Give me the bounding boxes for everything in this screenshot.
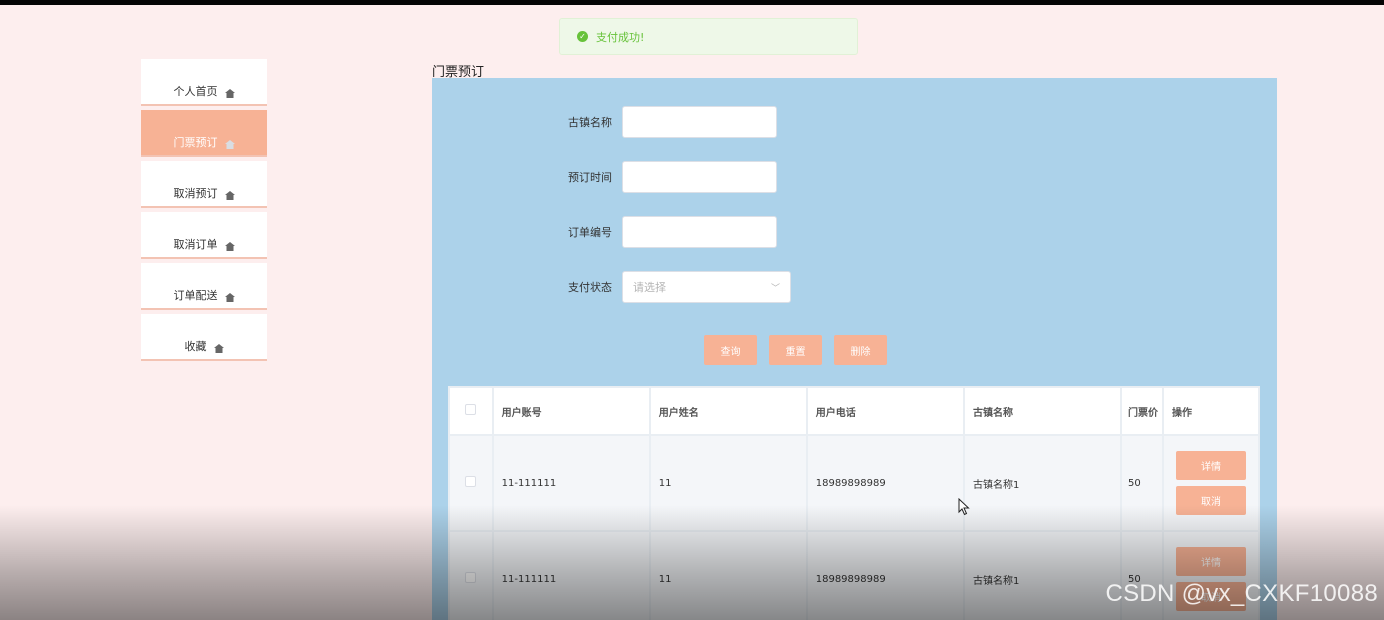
booking-time-row: 预订时间 bbox=[432, 161, 777, 193]
row-checkbox-cell bbox=[448, 434, 494, 532]
house-icon bbox=[224, 89, 235, 98]
sidebar-item-order-delivery[interactable]: 订单配送 bbox=[141, 263, 267, 310]
column-header: 古镇名称 bbox=[962, 386, 1123, 436]
house-icon bbox=[224, 242, 235, 251]
column-header: 用户账号 bbox=[491, 386, 651, 436]
sidebar-item-home[interactable]: 个人首页 bbox=[141, 59, 267, 106]
booking-time-input[interactable] bbox=[622, 161, 777, 193]
sidebar: 个人首页 门票预订 取消预订 取消订单 订单配送 收藏 bbox=[141, 59, 267, 365]
house-icon bbox=[213, 344, 224, 353]
sidebar-item-label: 取消预订 bbox=[173, 187, 218, 200]
column-header: 门票价 bbox=[1120, 386, 1164, 436]
sidebar-item-label: 取消订单 bbox=[173, 238, 218, 251]
sidebar-item-label: 门票预订 bbox=[173, 136, 218, 149]
pay-status-placeholder: 请选择 bbox=[633, 281, 666, 294]
town-name-label: 古镇名称 bbox=[568, 116, 612, 129]
pay-status-label: 支付状态 bbox=[568, 281, 612, 294]
detail-button[interactable]: 详情 bbox=[1175, 451, 1246, 480]
order-no-label: 订单编号 bbox=[568, 226, 612, 239]
cell-name: 11 bbox=[648, 434, 808, 532]
sidebar-item-label: 订单配送 bbox=[173, 289, 218, 302]
search-button[interactable]: 查询 bbox=[704, 335, 757, 365]
detail-button[interactable]: 详情 bbox=[1175, 547, 1246, 576]
cancel-button[interactable]: 取消 bbox=[1175, 486, 1246, 515]
town-name-row: 古镇名称 bbox=[432, 106, 777, 138]
delete-button[interactable]: 删除 bbox=[834, 335, 887, 365]
order-no-row: 订单编号 bbox=[432, 216, 777, 248]
chevron-down-icon: ﹀ bbox=[770, 283, 780, 294]
cell-account: 11-111111 bbox=[491, 434, 651, 532]
cell-phone: 18989898989 bbox=[805, 434, 966, 532]
cell-account: 11-111111 bbox=[491, 530, 651, 620]
cell-town: 古镇名称1 bbox=[962, 530, 1123, 620]
window-top-bar bbox=[0, 0, 1384, 5]
sidebar-item-cancel-order[interactable]: 取消订单 bbox=[141, 212, 267, 259]
reset-button[interactable]: 重置 bbox=[769, 335, 822, 365]
pay-status-select[interactable]: 请选择 ﹀ bbox=[622, 271, 791, 303]
house-icon bbox=[224, 191, 235, 200]
row-checkbox-cell bbox=[448, 530, 494, 620]
row-checkbox[interactable] bbox=[465, 572, 477, 583]
sidebar-item-ticket-booking[interactable]: 门票预订 bbox=[141, 110, 267, 157]
cell-phone: 18989898989 bbox=[805, 530, 966, 620]
town-name-input[interactable] bbox=[622, 106, 777, 138]
column-header: 用户姓名 bbox=[648, 386, 808, 436]
order-no-input[interactable] bbox=[622, 216, 777, 248]
booking-time-label: 预订时间 bbox=[568, 171, 612, 184]
select-all-checkbox[interactable] bbox=[465, 404, 477, 415]
select-all-cell bbox=[448, 386, 494, 436]
table-row: 11-111111 11 18989898989 古镇名称1 50 详情 取消 bbox=[448, 434, 1261, 532]
cell-operations: 详情 取消 bbox=[1161, 434, 1261, 532]
house-icon bbox=[224, 293, 235, 302]
house-icon bbox=[224, 140, 235, 149]
table-header-row: 用户账号 用户姓名 用户电话 古镇名称 门票价 操作 bbox=[448, 386, 1261, 436]
cell-name: 11 bbox=[648, 530, 808, 620]
mouse-cursor-icon bbox=[958, 498, 970, 516]
success-toast: ✓ 支付成功! bbox=[559, 18, 858, 55]
column-header: 操作 bbox=[1161, 386, 1261, 436]
sidebar-item-cancel-booking[interactable]: 取消预订 bbox=[141, 161, 267, 208]
action-buttons: 查询 重置 删除 bbox=[704, 335, 887, 365]
cell-town: 古镇名称1 bbox=[962, 434, 1123, 532]
column-header: 用户电话 bbox=[805, 386, 966, 436]
pay-status-row: 支付状态 请选择 ﹀ bbox=[432, 271, 791, 303]
check-circle-icon: ✓ bbox=[577, 31, 588, 42]
row-checkbox[interactable] bbox=[465, 476, 477, 487]
sidebar-item-label: 收藏 bbox=[184, 340, 207, 353]
sidebar-item-favorites[interactable]: 收藏 bbox=[141, 314, 267, 361]
toast-message: 支付成功! bbox=[596, 30, 645, 44]
search-panel: 古镇名称 预订时间 订单编号 支付状态 请选择 ﹀ 查询 重置 删除 用户账号 … bbox=[432, 78, 1277, 620]
sidebar-item-label: 个人首页 bbox=[173, 85, 218, 98]
cell-price: 50 bbox=[1120, 434, 1164, 532]
watermark: CSDN @vx_CXKF10088 bbox=[1105, 580, 1378, 607]
